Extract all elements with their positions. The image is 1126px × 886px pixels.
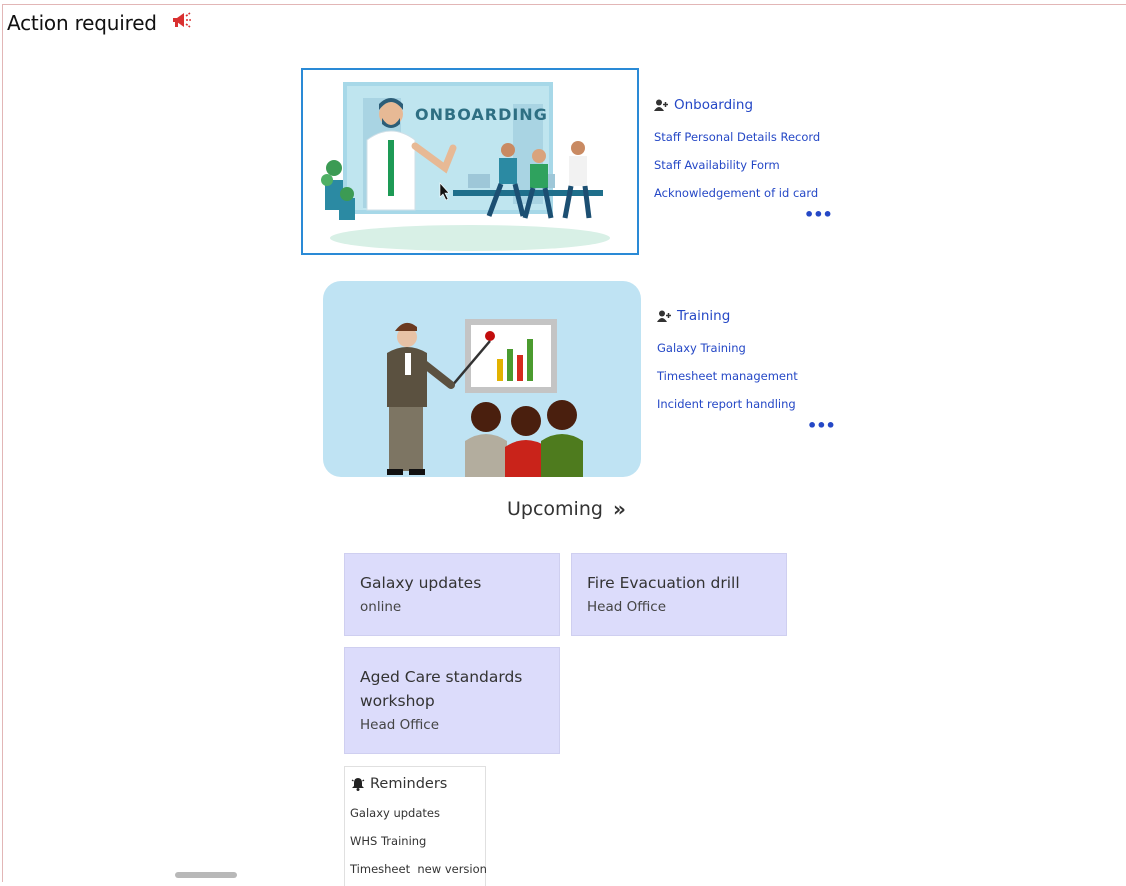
- event-card[interactable]: Aged Care standards workshop Head Office: [344, 647, 560, 754]
- training-link-1[interactable]: Timesheet management: [657, 362, 798, 390]
- horizontal-scrollbar[interactable]: [175, 872, 237, 878]
- event-location: Head Office: [587, 599, 666, 615]
- reminders-heading: Reminders: [351, 776, 485, 792]
- event-title: Fire Evacuation drill: [587, 574, 740, 592]
- onboarding-more-button[interactable]: •••: [804, 205, 833, 224]
- training-heading-label: Training: [677, 308, 731, 324]
- training-heading[interactable]: Training: [657, 308, 798, 324]
- reminder-item[interactable]: Timesheet new version: [350, 855, 487, 883]
- add-user-icon: [654, 99, 668, 111]
- onboarding-illustration: ONBOARDING: [321, 82, 610, 251]
- event-location: online: [360, 599, 402, 615]
- reminders-panel: Reminders Galaxy updates WHS Training Ti…: [344, 766, 487, 886]
- training-link-2[interactable]: Incident report handling: [657, 390, 798, 418]
- section-header: Action required: [7, 11, 193, 35]
- event-title: Aged Care standards workshop: [360, 668, 523, 710]
- reminder-item[interactable]: Galaxy updates: [350, 799, 485, 827]
- training-link-0[interactable]: Galaxy Training: [657, 334, 798, 362]
- onboarding-image[interactable]: ONBOARDING: [301, 68, 639, 255]
- megaphone-icon: [172, 12, 191, 28]
- add-user-icon: [657, 310, 671, 322]
- double-chevron-right-icon[interactable]: »: [613, 497, 626, 521]
- upcoming-heading[interactable]: Upcoming »: [507, 497, 626, 521]
- training-links: Training Galaxy Training Timesheet manag…: [657, 308, 836, 435]
- reminders-heading-label: Reminders: [370, 776, 448, 792]
- event-card[interactable]: Fire Evacuation drill Head Office: [571, 553, 787, 636]
- training-illustration: [387, 319, 583, 477]
- onboarding-heading[interactable]: Onboarding: [654, 97, 820, 113]
- event-card[interactable]: Galaxy updates online: [344, 553, 560, 636]
- svg-text:ONBOARDING: ONBOARDING: [415, 105, 548, 124]
- upcoming-label: Upcoming: [507, 498, 603, 520]
- training-more-button[interactable]: •••: [807, 416, 836, 435]
- onboarding-link-1[interactable]: Staff Availability Form: [654, 151, 820, 179]
- onboarding-heading-label: Onboarding: [674, 97, 754, 113]
- bell-icon: [351, 778, 365, 791]
- reminder-item[interactable]: WHS Training: [350, 827, 485, 855]
- event-location: Head Office: [360, 717, 439, 733]
- onboarding-links: Onboarding Staff Personal Details Record…: [654, 97, 833, 224]
- training-image[interactable]: [323, 281, 641, 477]
- event-title: Galaxy updates: [360, 574, 482, 592]
- onboarding-link-0[interactable]: Staff Personal Details Record: [654, 123, 820, 151]
- page-title: Action required: [7, 11, 157, 35]
- onboarding-link-2[interactable]: Acknowledgement of id card: [654, 179, 820, 207]
